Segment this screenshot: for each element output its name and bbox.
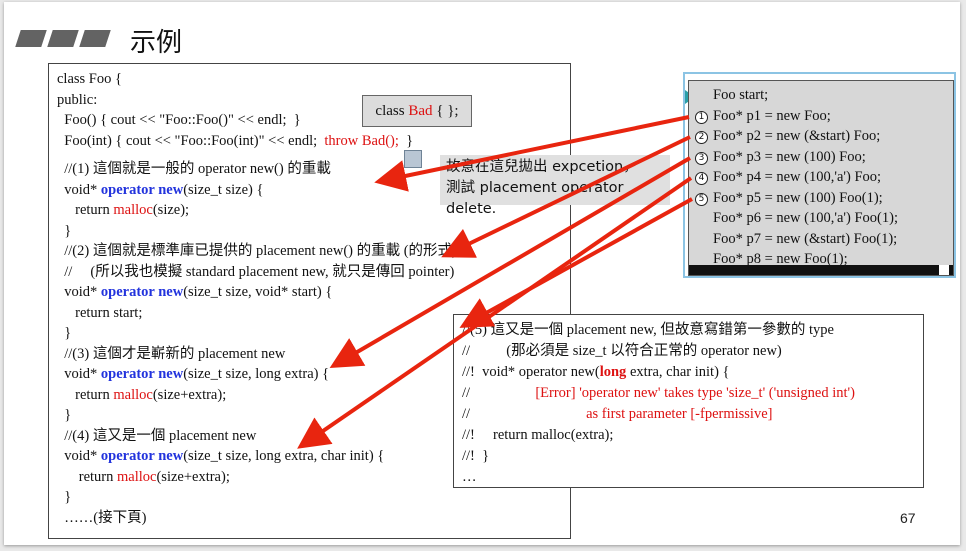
arrow-2 bbox=[441, 135, 691, 258]
slide: 示例 class Foo { public: Foo() { cout << "… bbox=[4, 2, 960, 545]
arrow-4 bbox=[297, 176, 693, 449]
page-number: 67 bbox=[900, 510, 916, 526]
arrow-1 bbox=[374, 115, 690, 192]
arrow-5 bbox=[459, 197, 693, 328]
annotation-arrows bbox=[297, 115, 693, 449]
arrow-3 bbox=[329, 156, 692, 369]
